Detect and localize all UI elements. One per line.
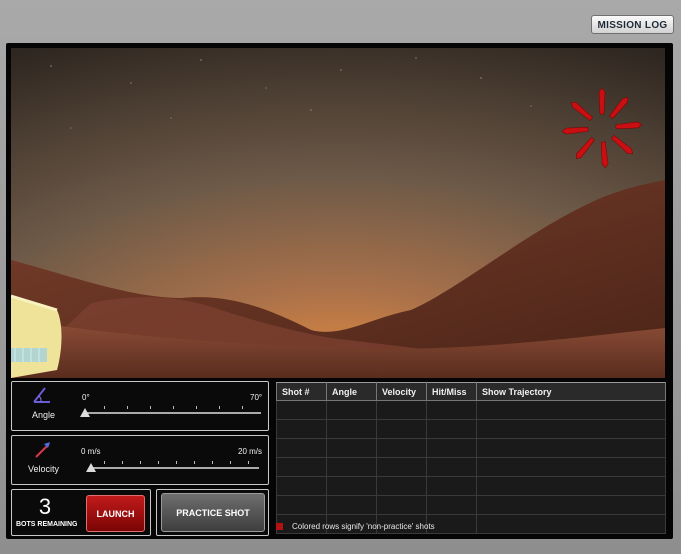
- col-header-show-trajectory: Show Trajectory: [476, 382, 666, 401]
- angle-icon: [33, 387, 50, 403]
- col-header-shot: Shot #: [276, 382, 327, 401]
- velocity-slider[interactable]: [86, 457, 262, 477]
- table-row: [276, 438, 666, 458]
- col-header-velocity: Velocity: [376, 382, 427, 401]
- velocity-max-label: 20 m/s: [238, 447, 263, 456]
- table-row: [276, 495, 666, 515]
- table-row: [276, 476, 666, 496]
- practice-shot-button[interactable]: PRACTICE SHOT: [161, 493, 265, 532]
- legend-swatch: [276, 523, 283, 530]
- col-header-hit-miss: Hit/Miss: [426, 382, 477, 401]
- launch-button[interactable]: LAUNCH: [86, 495, 145, 532]
- table-row: [276, 457, 666, 477]
- table-row: [276, 400, 666, 420]
- velocity-min-label: 0 m/s: [81, 447, 101, 456]
- bots-remaining-count: 3: [38, 494, 52, 519]
- angle-max-label: 70°: [250, 393, 263, 402]
- habitat-module: [11, 294, 62, 378]
- legend-text: Colored rows signify 'non-practice' shot…: [292, 522, 435, 531]
- mission-log-button[interactable]: MISSION LOG: [591, 15, 674, 34]
- velocity-slider-thumb[interactable]: [86, 463, 96, 472]
- shot-history-table: Shot # Angle Velocity Hit/Miss Show Traj…: [276, 382, 666, 534]
- velocity-label: Velocity: [28, 464, 60, 474]
- col-header-angle: Angle: [326, 382, 377, 401]
- velocity-arrow-icon: [35, 442, 50, 458]
- angle-min-label: 0°: [82, 393, 90, 402]
- angle-slider-thumb[interactable]: [80, 408, 90, 417]
- table-row: [276, 419, 666, 439]
- bots-remaining-label: BOTS REMAINING: [16, 521, 78, 528]
- table-header-row: Shot # Angle Velocity Hit/Miss Show Traj…: [276, 382, 666, 401]
- mars-scene-viewport: [11, 48, 665, 378]
- angle-slider[interactable]: [80, 402, 265, 422]
- angle-label: Angle: [32, 410, 56, 420]
